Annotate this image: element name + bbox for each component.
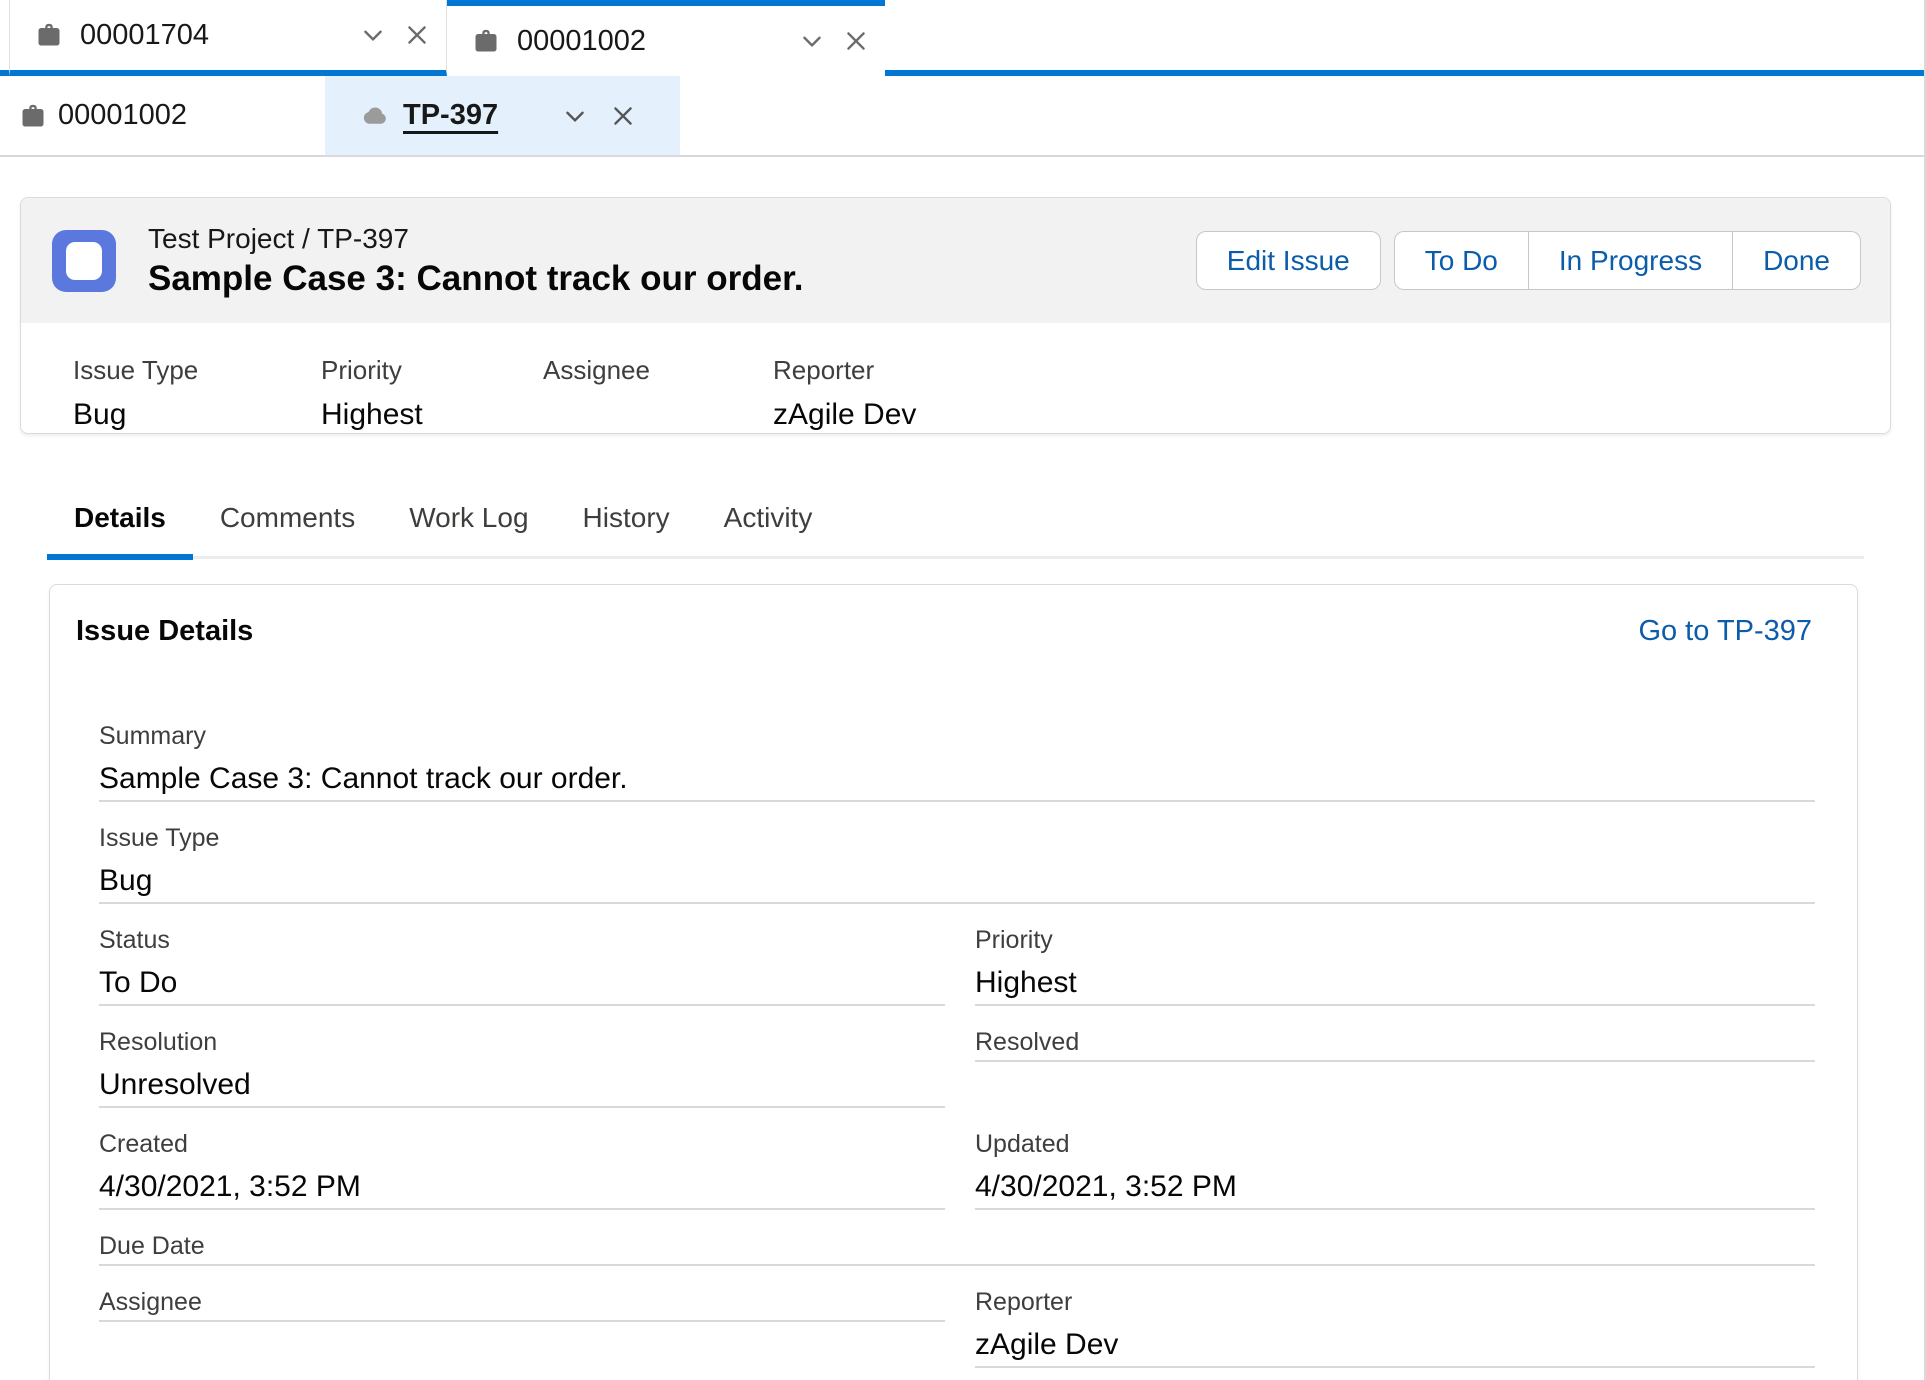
field-value: 4/30/2021, 3:52 PM [99, 1170, 945, 1204]
close-icon[interactable] [404, 22, 430, 48]
field-issue-type: Issue Type Bug [99, 802, 1815, 904]
field-label: Resolution [99, 1028, 945, 1056]
edit-issue-button[interactable]: Edit Issue [1196, 231, 1381, 290]
tab-activity[interactable]: Activity [697, 490, 840, 556]
issue-highlights-header: Test Project / TP-397 Sample Case 3: Can… [21, 198, 1890, 323]
field-resolution: Resolution Unresolved [99, 1006, 945, 1108]
issue-actions: Edit Issue To Do In Progress Done [1196, 231, 1861, 290]
field-divider [975, 1366, 1815, 1368]
workspace-tab-00001002[interactable]: 00001002 [447, 0, 885, 76]
field-value: To Do [99, 966, 945, 1000]
subtab-00001002[interactable]: 00001002 [0, 76, 325, 155]
highlights-fields: Issue Type Bug Priority Highest Assignee… [21, 323, 1890, 433]
record-page: Test Project / TP-397 Sample Case 3: Can… [0, 157, 1924, 1380]
subtab-label: 00001002 [58, 99, 187, 132]
tab-bar-filler [885, 0, 1924, 76]
field-label: Issue Type [99, 824, 1815, 852]
workspace-tab-bar: 00001704 00001002 [0, 0, 1924, 76]
highlight-field-reporter: Reporter zAgile Dev [773, 355, 1861, 433]
field-value: Bug [99, 864, 1815, 898]
issue-details-fields: Summary Sample Case 3: Cannot track our … [50, 700, 1857, 1368]
field-value: zAgile Dev [975, 1328, 1815, 1362]
workspace-tab-label: 00001704 [80, 19, 342, 52]
field-updated: Updated 4/30/2021, 3:52 PM [975, 1108, 1815, 1210]
field-value: Highest [321, 397, 543, 433]
subtab-bar: 00001002 TP-397 [0, 76, 1924, 157]
go-to-issue-link[interactable]: Go to TP-397 [1638, 615, 1812, 648]
field-resolved: Resolved [975, 1006, 1815, 1062]
field-label: Issue Type [73, 355, 321, 385]
field-label: Status [99, 926, 945, 954]
issue-record-icon [52, 230, 116, 292]
chevron-down-icon[interactable] [562, 103, 588, 129]
field-label: Summary [99, 722, 1815, 750]
close-icon[interactable] [610, 103, 636, 129]
field-divider [99, 1320, 945, 1322]
field-status: Status To Do [99, 904, 945, 1006]
field-label: Assignee [543, 355, 773, 385]
workspace-tab-00001704[interactable]: 00001704 [9, 0, 447, 76]
chevron-down-icon[interactable] [360, 22, 386, 48]
briefcase-icon [471, 27, 501, 55]
field-value: zAgile Dev [773, 397, 1861, 433]
field-label: Reporter [975, 1288, 1815, 1316]
field-value: Unresolved [99, 1068, 945, 1102]
field-summary: Summary Sample Case 3: Cannot track our … [99, 700, 1815, 802]
field-value: Bug [73, 397, 321, 433]
detail-tabset: Details Comments Work Log History Activi… [47, 490, 1864, 559]
subtab-label: TP-397 [403, 99, 498, 132]
tab-history[interactable]: History [556, 490, 697, 556]
close-icon[interactable] [843, 28, 869, 54]
field-value: Highest [975, 966, 1815, 1000]
highlight-field-priority: Priority Highest [321, 355, 543, 433]
page-title: Sample Case 3: Cannot track our order. [148, 260, 803, 299]
field-label: Resolved [975, 1028, 1815, 1056]
highlight-field-issue-type: Issue Type Bug [73, 355, 321, 433]
issue-highlights-card: Test Project / TP-397 Sample Case 3: Can… [20, 197, 1891, 434]
cloud-icon [357, 101, 391, 131]
highlight-field-assignee: Assignee [543, 355, 773, 433]
issue-details-card: Issue Details Go to TP-397 Summary Sampl… [49, 584, 1858, 1380]
field-label: Reporter [773, 355, 1861, 385]
issue-record-icon-glyph [66, 242, 102, 280]
field-due-date: Due Date [99, 1210, 1815, 1266]
field-divider [975, 1060, 1815, 1062]
workspace-tab-label: 00001002 [517, 25, 781, 58]
tab-comments[interactable]: Comments [193, 490, 382, 556]
in-progress-button[interactable]: In Progress [1529, 231, 1733, 290]
field-reporter: Reporter zAgile Dev [975, 1266, 1815, 1368]
field-label: Due Date [99, 1232, 1815, 1260]
briefcase-icon [18, 102, 48, 130]
subtab-tp-397[interactable]: TP-397 [325, 76, 680, 155]
field-label: Priority [975, 926, 1815, 954]
briefcase-icon [34, 21, 64, 49]
issue-details-heading: Issue Details [76, 615, 253, 648]
to-do-button[interactable]: To Do [1394, 231, 1529, 290]
tab-details[interactable]: Details [47, 490, 193, 556]
field-assignee: Assignee [99, 1266, 945, 1322]
tab-bar-edge [0, 0, 9, 76]
field-label: Priority [321, 355, 543, 385]
field-label: Assignee [99, 1288, 945, 1316]
done-button[interactable]: Done [1733, 231, 1861, 290]
tab-work-log[interactable]: Work Log [382, 490, 555, 556]
console-viewport: 00001704 00001002 [0, 0, 1926, 1380]
status-button-group: To Do In Progress Done [1394, 231, 1861, 290]
field-label: Created [99, 1130, 945, 1158]
field-created: Created 4/30/2021, 3:52 PM [99, 1108, 945, 1210]
field-label: Updated [975, 1130, 1815, 1158]
field-priority: Priority Highest [975, 904, 1815, 1006]
chevron-down-icon[interactable] [799, 28, 825, 54]
field-value: 4/30/2021, 3:52 PM [975, 1170, 1815, 1204]
breadcrumb: Test Project / TP-397 [148, 223, 803, 255]
field-value: Sample Case 3: Cannot track our order. [99, 762, 1815, 796]
